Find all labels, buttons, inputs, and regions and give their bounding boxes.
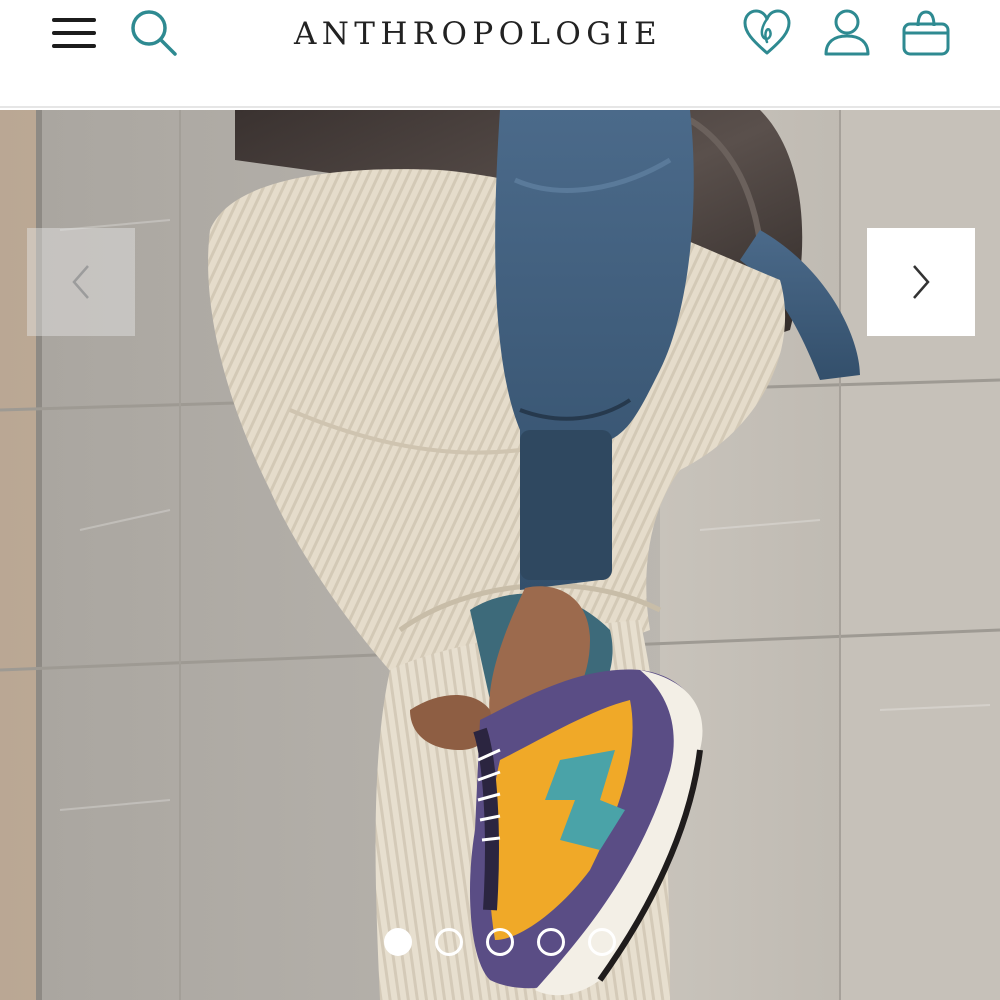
hero-carousel[interactable] bbox=[0, 110, 1000, 1000]
search-button[interactable] bbox=[127, 6, 181, 60]
carousel-dot-1[interactable] bbox=[384, 928, 412, 956]
carousel-prev-button[interactable] bbox=[27, 228, 135, 336]
chevron-right-icon bbox=[913, 265, 930, 299]
menu-bar bbox=[52, 44, 96, 48]
search-icon bbox=[131, 10, 177, 56]
cart-button[interactable] bbox=[898, 6, 954, 60]
site-header: ANTHROPOLOGIE bbox=[0, 0, 1000, 108]
hamburger-menu-icon[interactable] bbox=[52, 14, 98, 54]
menu-bar bbox=[52, 18, 96, 22]
carousel-next-button[interactable] bbox=[867, 228, 975, 336]
carousel-dot-2[interactable] bbox=[435, 928, 463, 956]
hero-slide-image bbox=[0, 110, 1000, 1000]
account-button[interactable] bbox=[820, 6, 874, 60]
menu-bar bbox=[52, 31, 96, 35]
carousel-dot-3[interactable] bbox=[486, 928, 514, 956]
carousel-pagination bbox=[384, 928, 618, 958]
wishlist-button[interactable] bbox=[740, 6, 794, 60]
carousel-dot-4[interactable] bbox=[537, 928, 565, 956]
heart-icon bbox=[743, 9, 791, 55]
brand-logo[interactable]: ANTHROPOLOGIE bbox=[272, 14, 684, 54]
chevron-left-icon bbox=[72, 265, 89, 299]
carousel-dot-5[interactable] bbox=[588, 928, 616, 956]
shopping-bag-icon bbox=[902, 10, 950, 56]
user-icon bbox=[824, 9, 870, 56]
